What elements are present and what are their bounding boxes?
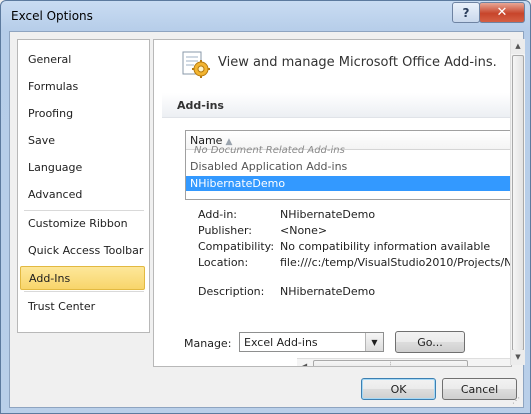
scroll-left-icon[interactable]: ◀ [297,359,312,366]
nav-divider [24,291,144,292]
nav-item-general[interactable]: General [20,48,145,72]
detail-value: No compatibility information available [280,240,491,253]
window-title: Excel Options [11,9,93,23]
ok-button[interactable]: OK [361,378,436,400]
detail-value: <None> [280,224,328,237]
title-bar[interactable]: Excel Options ? ✕ [1,1,530,31]
cancel-button[interactable]: Cancel [442,378,517,400]
detail-label: Location: [198,256,249,269]
go-button-label: Go... [417,335,443,349]
detail-value: NHibernateDemo [280,208,376,221]
detail-label: Description: [198,285,265,298]
manage-label: Manage: [184,337,232,350]
list-item[interactable]: No Document Related Add-ins [194,145,345,156]
nav-item-save[interactable]: Save [20,129,145,153]
scrollbar-thumb[interactable] [512,55,524,351]
help-button[interactable]: ? [452,2,480,23]
detail-value: NHibernateDemo [280,285,376,298]
manage-selected-value: Excel Add-ins [244,336,318,349]
list-item-selected[interactable]: NHibernateDemo [186,176,511,191]
dialog-client: General Formulas Proofing Save Language … [9,31,525,408]
help-icon: ? [462,5,470,20]
detail-value: file:///c:/temp/VisualStudio2010/Project… [280,256,512,269]
scrollbar-thumb[interactable]: ⦙ [313,360,468,366]
section-header-addins: Add-ins [162,93,510,118]
detail-label: Publisher: [198,224,253,237]
panel-heading: View and manage Microsoft Office Add-ins… [218,55,497,70]
excel-options-window: Excel Options ? ✕ General Formulas Proof… [0,0,531,414]
close-button[interactable]: ✕ [479,2,525,23]
close-icon: ✕ [496,5,508,20]
vertical-scrollbar[interactable]: ▲ ▼ [510,39,525,365]
horizontal-scrollbar[interactable]: ◀ ⦙ ▶ [297,358,511,366]
detail-label: Add-in: [198,208,237,221]
nav-item-add-ins[interactable]: Add-Ins [20,266,145,290]
list-group-header: Disabled Application Add-ins [190,160,348,173]
addins-gear-icon [182,51,210,78]
resize-grip-icon[interactable]: ⋰ [512,396,522,406]
nav-item-quick-access-toolbar[interactable]: Quick Access Toolbar [20,239,145,263]
scroll-up-icon[interactable]: ▲ [511,39,525,54]
manage-dropdown[interactable]: Excel Add-ins ▼ [239,332,384,352]
addins-panel: View and manage Microsoft Office Add-ins… [153,39,512,367]
nav-item-language[interactable]: Language [20,156,145,180]
nav-item-formulas[interactable]: Formulas [20,75,145,99]
chevron-down-icon[interactable]: ▼ [365,333,383,351]
cancel-button-label: Cancel [460,382,499,396]
detail-label: Compatibility: [198,240,275,253]
scroll-down-icon[interactable]: ▼ [511,350,525,365]
nav-item-advanced[interactable]: Advanced [20,183,145,207]
ok-button-label: OK [390,382,407,396]
addins-list[interactable]: Name ▲ No Document Related Add-ins Disabl… [185,130,511,200]
nav-item-proofing[interactable]: Proofing [20,102,145,126]
go-button[interactable]: Go... [395,331,465,353]
nav-item-customize-ribbon[interactable]: Customize Ribbon [20,212,145,236]
options-nav: General Formulas Proofing Save Language … [17,39,150,333]
nav-item-trust-center[interactable]: Trust Center [20,295,145,319]
nav-divider [24,210,144,211]
